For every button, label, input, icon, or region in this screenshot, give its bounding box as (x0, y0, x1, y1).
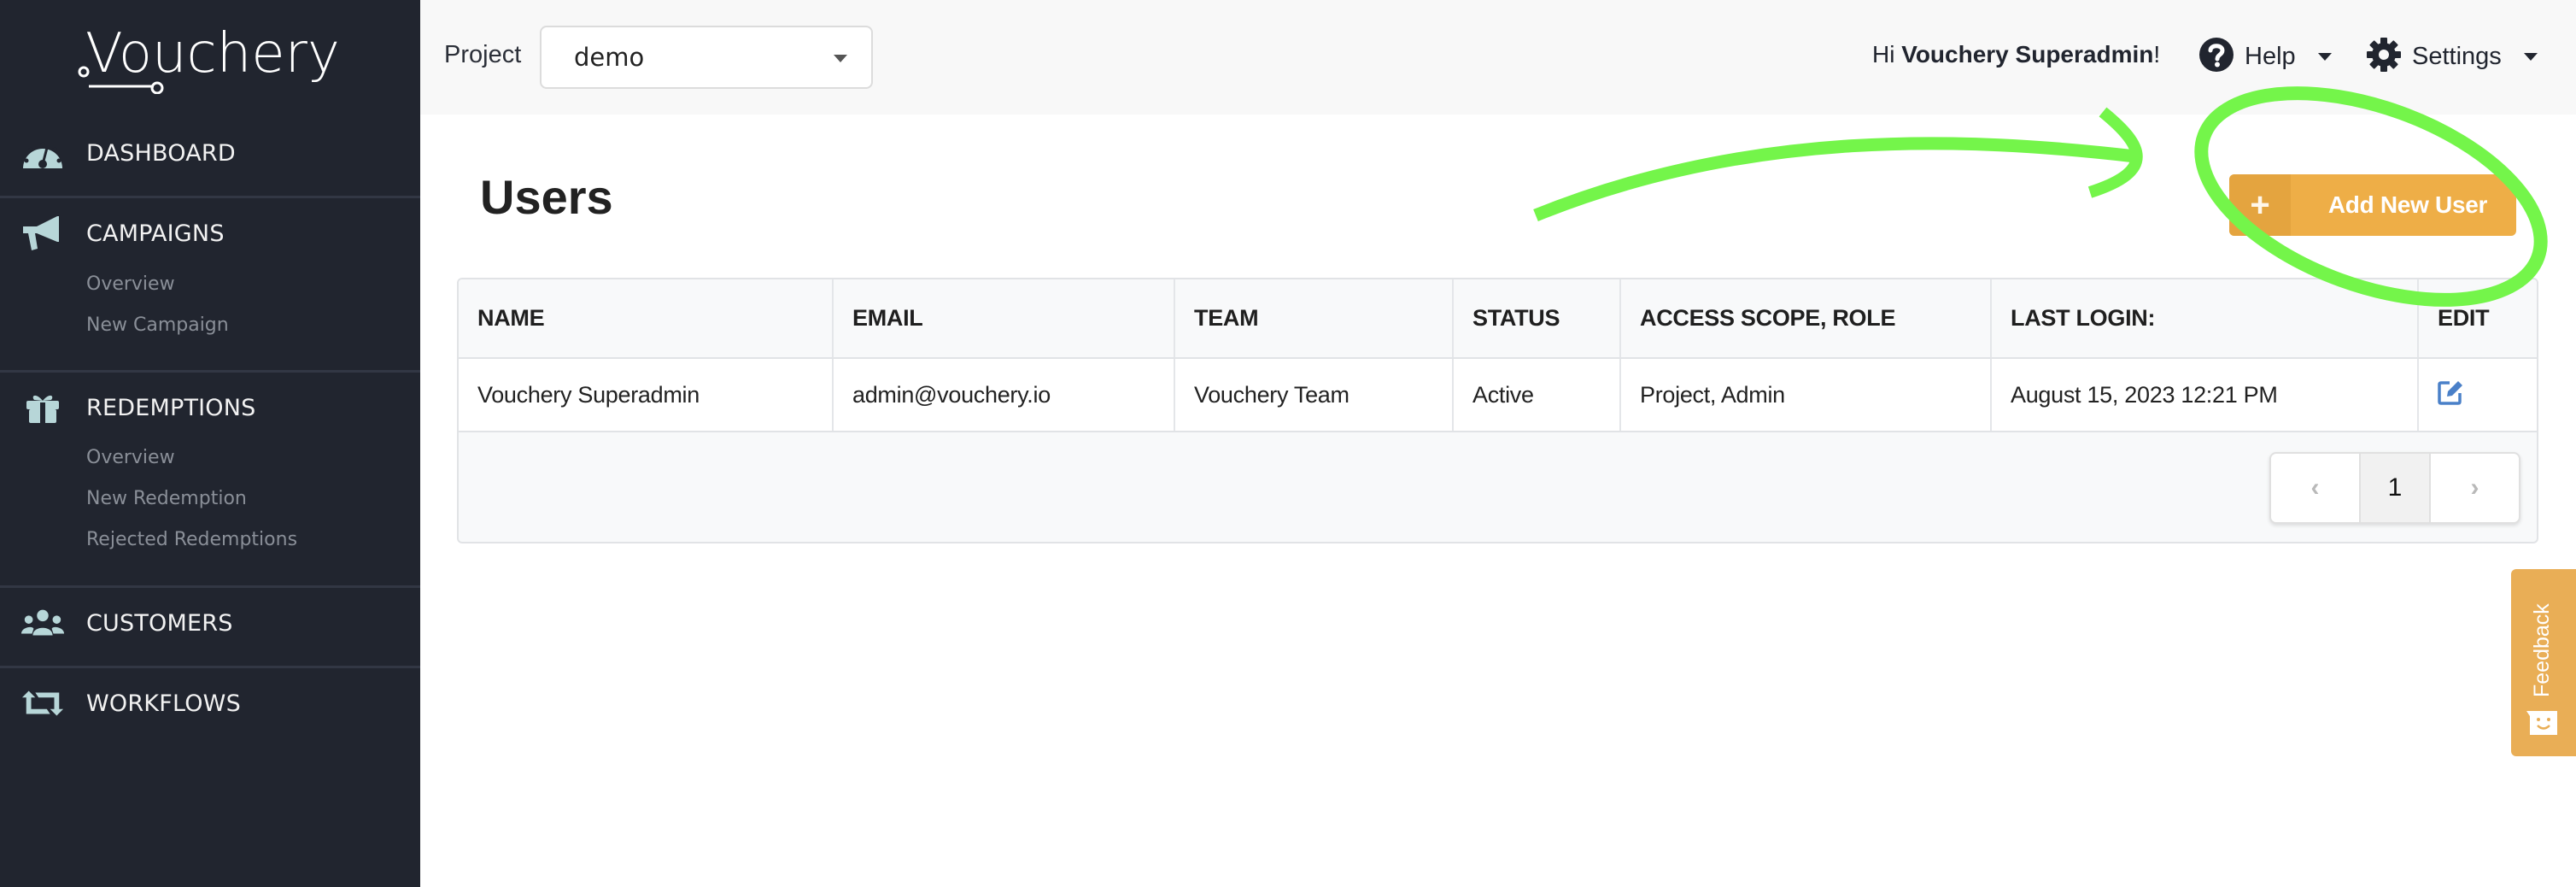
chevron-down-icon (834, 55, 847, 62)
sidebar-item-label: DASHBOARD (86, 139, 236, 167)
sidebar-divider (0, 666, 420, 668)
pagination-prev-button[interactable]: ‹ (2271, 454, 2359, 522)
user-greeting: Hi Vouchery Superadmin! (1872, 41, 2160, 68)
sidebar-subitem-redemptions-overview[interactable]: Overview (86, 447, 175, 468)
sidebar-item-label: WORKFLOWS (86, 690, 241, 717)
feedback-label: Feedback (2530, 603, 2554, 697)
help-menu[interactable]: Help (2198, 37, 2332, 77)
greeting-prefix: Hi (1872, 41, 1902, 68)
sidebar-divider (0, 196, 420, 198)
gift-icon (20, 389, 65, 426)
project-select-value: demo (574, 43, 645, 72)
settings-label: Settings (2412, 42, 2502, 70)
chevron-down-icon (2523, 52, 2538, 61)
sidebar-item-customers[interactable]: CUSTOMERS (0, 602, 420, 644)
cell-edit (2418, 358, 2537, 432)
users-icon (20, 604, 65, 642)
sidebar-item-campaigns[interactable]: CAMPAIGNS (0, 212, 420, 255)
edit-icon[interactable] (2438, 379, 2463, 405)
sidebar-subitem-new-campaign[interactable]: New Campaign (86, 314, 229, 336)
column-header-last-login[interactable]: LAST LOGIN: (1991, 279, 2419, 359)
sidebar-subitem-new-redemption[interactable]: New Redemption (86, 488, 247, 509)
annotation-arrow-head (2087, 107, 2143, 198)
sidebar-item-label: CUSTOMERS (86, 609, 233, 637)
project-select[interactable]: demo (540, 26, 873, 89)
settings-menu[interactable]: Settings (2366, 37, 2538, 77)
cell-team: Vouchery Team (1174, 358, 1454, 432)
cell-name: Vouchery Superadmin (459, 358, 834, 432)
sidebar-subitem-campaigns-overview[interactable]: Overview (86, 273, 175, 295)
retweet-icon (20, 684, 65, 722)
greeting-user-name: Vouchery Superadmin (1901, 41, 2154, 68)
dashboard-gauge-icon (20, 134, 65, 172)
cell-last-login: August 15, 2023 12:21 PM (1991, 358, 2419, 432)
table-header-row: NAME EMAIL TEAM STATUS ACCESS SCOPE, ROL… (459, 279, 2537, 359)
sidebar-item-workflows[interactable]: WORKFLOWS (0, 682, 420, 725)
gear-icon (2366, 37, 2402, 77)
logo-text: Vouchery (85, 22, 340, 85)
feedback-tab[interactable]: Feedback (2511, 569, 2576, 756)
project-label: Project (444, 41, 522, 68)
sidebar-item-label: REDEMPTIONS (86, 394, 256, 421)
sidebar-item-redemptions[interactable]: REDEMPTIONS (0, 386, 420, 429)
annotation-arrow-shaft (1533, 137, 2136, 221)
column-header-team[interactable]: TEAM (1174, 279, 1454, 359)
users-table: NAME EMAIL TEAM STATUS ACCESS SCOPE, ROL… (459, 279, 2537, 432)
sidebar-item-label: CAMPAIGNS (86, 220, 225, 247)
column-header-status[interactable]: STATUS (1453, 279, 1621, 359)
vouchery-logo[interactable]: Vouchery (75, 15, 348, 94)
sidebar-divider (0, 370, 420, 373)
column-header-edit: EDIT (2418, 279, 2537, 359)
question-circle-icon (2198, 37, 2234, 77)
column-header-name[interactable]: NAME (459, 279, 834, 359)
pagination-next-button[interactable]: › (2431, 454, 2519, 522)
sidebar: Vouchery DASHBOARD CAMPAIGNS Overview Ne… (0, 0, 420, 887)
users-table-card: NAME EMAIL TEAM STATUS ACCESS SCOPE, ROL… (457, 278, 2538, 543)
chevron-down-icon (2317, 52, 2332, 61)
column-header-email[interactable]: EMAIL (833, 279, 1175, 359)
add-new-user-label: Add New User (2327, 191, 2488, 218)
greeting-suffix: ! (2153, 41, 2161, 68)
pagination: ‹ 1 › (2269, 452, 2520, 524)
plus-icon: + (2229, 174, 2291, 236)
pagination-page-1[interactable]: 1 (2359, 454, 2431, 522)
add-new-user-button[interactable]: + Add New User (2229, 174, 2516, 236)
cell-email: admin@vouchery.io (833, 358, 1175, 432)
sidebar-divider (0, 585, 420, 588)
table-row: Vouchery Superadmin admin@vouchery.io Vo… (459, 358, 2537, 432)
help-label: Help (2245, 42, 2296, 70)
sidebar-subitem-rejected-redemptions[interactable]: Rejected Redemptions (86, 529, 297, 550)
cell-status: Active (1453, 358, 1621, 432)
chat-smile-icon (2526, 706, 2561, 740)
column-header-access-scope-role[interactable]: ACCESS SCOPE, ROLE (1620, 279, 1992, 359)
megaphone-icon (20, 214, 65, 252)
cell-access-scope-role: Project, Admin (1620, 358, 1992, 432)
page-title: Users (480, 170, 613, 224)
sidebar-item-dashboard[interactable]: DASHBOARD (0, 132, 420, 174)
